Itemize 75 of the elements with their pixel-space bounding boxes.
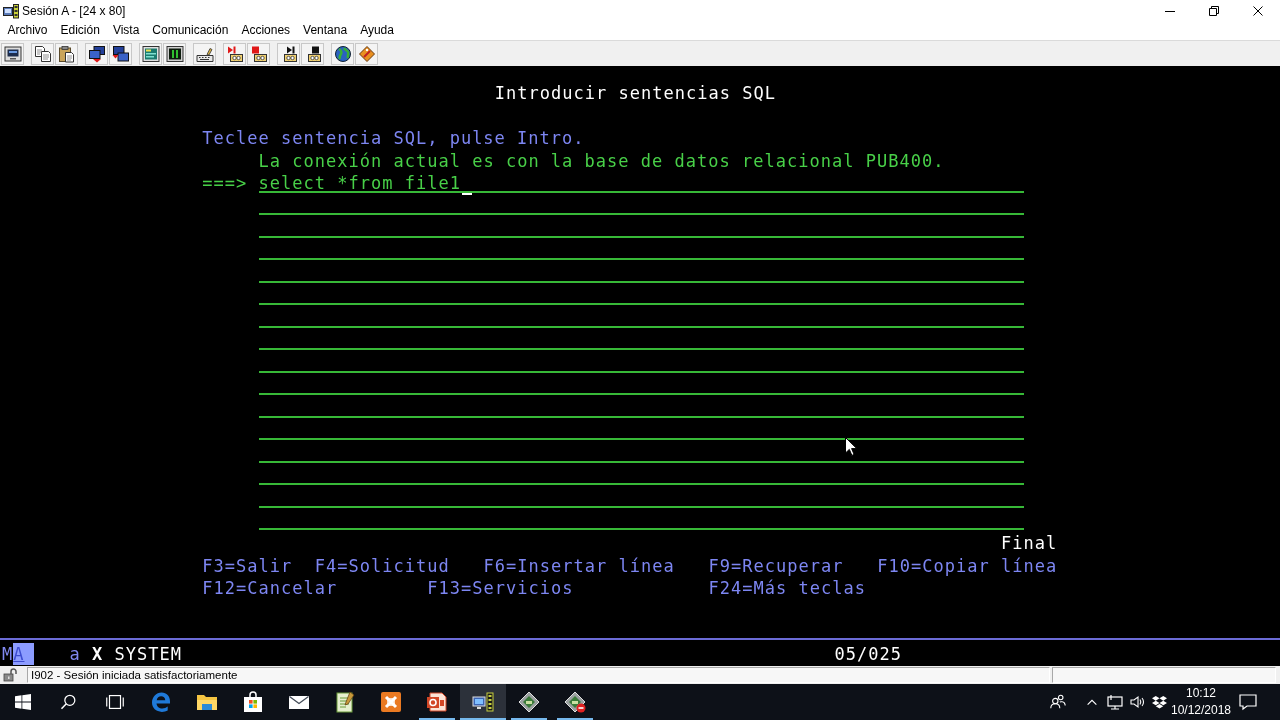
globe-icon bbox=[333, 44, 352, 63]
tape-stop-button[interactable] bbox=[301, 42, 324, 65]
menu-item[interactable]: Ayuda bbox=[353, 21, 401, 40]
diamond-app-icon bbox=[563, 690, 587, 714]
tape-play-icon bbox=[225, 44, 244, 63]
tape-stop-icon bbox=[249, 44, 268, 63]
windows-logo-icon bbox=[15, 694, 31, 710]
cursor-position: 05/025 bbox=[834, 643, 902, 665]
function-key[interactable]: F9=Recuperar bbox=[708, 554, 844, 577]
diamonds-icon[interactable] bbox=[1151, 694, 1167, 710]
padlock-icon bbox=[3, 668, 19, 682]
x-tile-icon bbox=[379, 690, 403, 714]
tape-play-button[interactable] bbox=[277, 42, 300, 65]
instruction-text: Teclee sentencia SQL, pulse Intro. bbox=[202, 127, 585, 150]
input-line[interactable]: select *from file1 bbox=[258, 172, 1024, 193]
copy-icon bbox=[33, 44, 52, 63]
copy-button[interactable] bbox=[31, 42, 54, 65]
monitor-icon[interactable] bbox=[1107, 694, 1123, 710]
tape-play-button[interactable] bbox=[223, 42, 246, 65]
window-title: Sesión A - [24 x 80] bbox=[22, 3, 126, 18]
more-indicator: Final bbox=[1001, 532, 1058, 555]
function-key[interactable]: F13=Servicios bbox=[427, 577, 574, 600]
function-key[interactable]: F6=Insertar línea bbox=[483, 554, 675, 577]
connection-info: La conexión actual es con la base de datos relacional PUB400. bbox=[258, 149, 945, 172]
screens-arrow-icon bbox=[111, 44, 130, 63]
notepad-icon bbox=[333, 690, 357, 714]
tag-button[interactable] bbox=[355, 42, 378, 65]
menu-item[interactable]: Archivo bbox=[1, 21, 54, 40]
screen-title: Introducir sentencias SQL bbox=[494, 82, 776, 105]
status-indicator: A bbox=[13, 643, 34, 665]
screens-arrow-button[interactable] bbox=[109, 42, 132, 65]
menu-item[interactable]: Acciones bbox=[234, 21, 297, 40]
taskbar-button[interactable] bbox=[460, 684, 506, 720]
function-key[interactable]: F24=Más teclas bbox=[708, 577, 866, 600]
screen-window-icon bbox=[141, 44, 160, 63]
speech-bubble-icon[interactable] bbox=[1238, 692, 1258, 712]
screen-window-icon bbox=[165, 44, 184, 63]
tape-stop-button[interactable] bbox=[247, 42, 270, 65]
function-key[interactable]: F12=Cancelar bbox=[202, 577, 338, 600]
status-indicator: a bbox=[69, 643, 81, 665]
tag-icon bbox=[357, 44, 376, 63]
function-key[interactable]: F4=Solicitud bbox=[314, 554, 450, 577]
screen-window-button[interactable] bbox=[139, 42, 162, 65]
menu-item[interactable]: Comunicación bbox=[145, 21, 235, 40]
screen-button[interactable] bbox=[1, 42, 24, 65]
restore-icon bbox=[1209, 5, 1219, 16]
paste-icon bbox=[57, 44, 76, 63]
screens-arrow-icon bbox=[87, 44, 106, 63]
status-message: I902 - Sesión iniciada satisfactoriamente bbox=[27, 667, 1050, 683]
screen-icon bbox=[3, 44, 22, 63]
session-window-icon bbox=[3, 2, 19, 19]
shopping-bag-icon bbox=[241, 690, 265, 714]
terminal-session-icon bbox=[471, 690, 495, 714]
diamond-app-icon bbox=[517, 690, 541, 714]
clock-time[interactable]: 10:12 bbox=[1186, 685, 1216, 702]
menu-item[interactable]: Ventana bbox=[296, 21, 354, 40]
presentation-icon bbox=[425, 690, 449, 714]
status-indicator: X bbox=[92, 643, 104, 665]
screens-arrow-button[interactable] bbox=[85, 42, 108, 65]
screen-window-button[interactable] bbox=[163, 42, 186, 65]
globe-button[interactable] bbox=[331, 42, 354, 65]
clock-date[interactable]: 10/12/2018 bbox=[1170, 702, 1232, 719]
e-logo-icon bbox=[149, 690, 173, 714]
close-icon bbox=[1253, 5, 1263, 16]
menu-item[interactable]: Vista bbox=[106, 21, 146, 40]
command-prompt: ===> bbox=[202, 172, 248, 195]
function-key[interactable]: F10=Copiar línea bbox=[877, 554, 1058, 577]
keyboard-button[interactable] bbox=[193, 42, 216, 65]
mouse-pointer-icon bbox=[845, 437, 857, 456]
people-icon[interactable] bbox=[1049, 693, 1067, 711]
function-key[interactable]: F3=Salir bbox=[202, 554, 293, 577]
status-indicator: SYSTEM bbox=[114, 643, 182, 665]
paste-button[interactable] bbox=[55, 42, 78, 65]
menu-item[interactable]: Edición bbox=[54, 21, 107, 40]
speaker-icon[interactable] bbox=[1129, 694, 1145, 710]
